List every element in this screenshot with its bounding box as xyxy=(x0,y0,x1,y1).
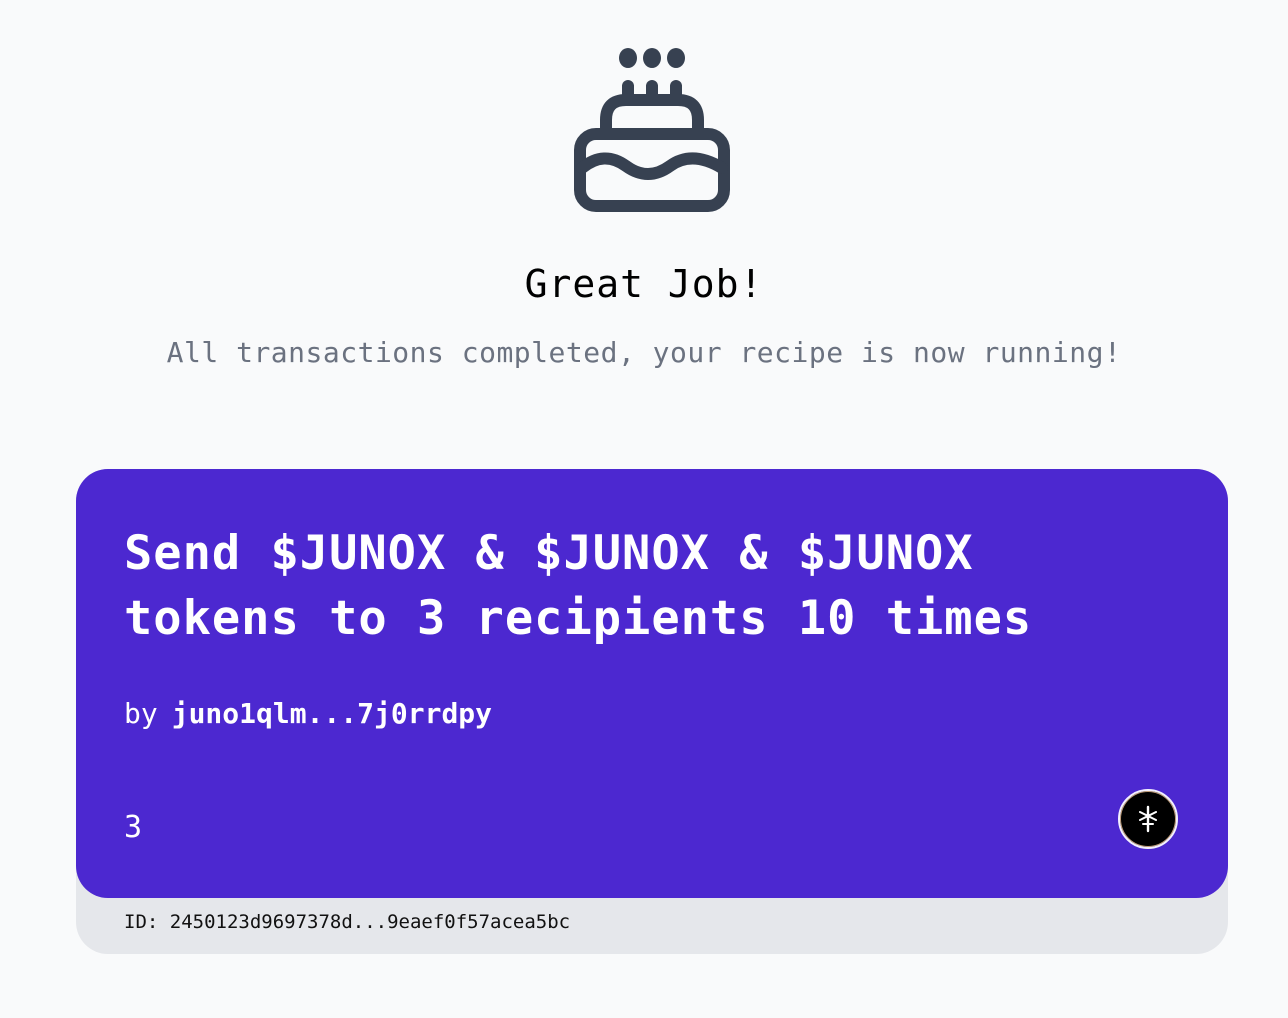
success-page: Great Job! All transactions completed, y… xyxy=(0,0,1288,1018)
recipe-card[interactable]: Send $JUNOX & $JUNOX & $JUNOX tokens to … xyxy=(76,469,1228,898)
juno-logo-icon xyxy=(1139,805,1157,833)
recipe-author: by juno1qlm...7j0rrdpy xyxy=(124,697,492,730)
cake-icon xyxy=(574,48,730,212)
author-address[interactable]: juno1qlm...7j0rrdpy xyxy=(172,697,492,730)
recipe-card-container: Send $JUNOX & $JUNOX & $JUNOX tokens to … xyxy=(76,469,1228,954)
success-headline: Great Job! xyxy=(524,262,764,306)
recipe-count: 3 xyxy=(124,810,143,845)
recipe-title: Send $JUNOX & $JUNOX & $JUNOX tokens to … xyxy=(124,526,1033,646)
recipe-id: ID: 2450123d9697378d...9eaef0f57acea5bc xyxy=(124,911,571,933)
author-prefix: by xyxy=(124,697,158,730)
success-message: All transactions completed, your recipe … xyxy=(166,336,1122,369)
juno-chain-icon xyxy=(1118,789,1178,849)
